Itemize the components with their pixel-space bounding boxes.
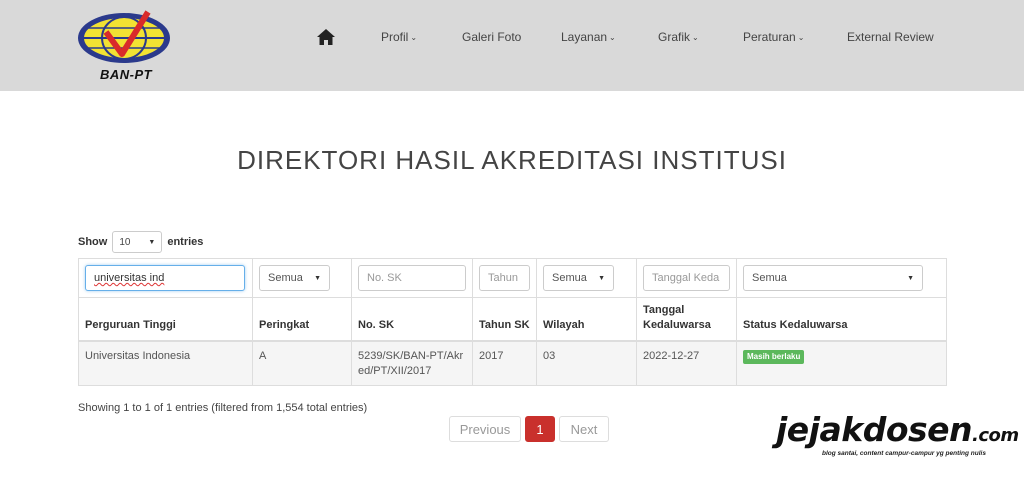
nav-item-peraturan[interactable]: Peraturan ⌄ [743,30,804,44]
previous-button[interactable]: Previous [449,416,521,442]
search-perguruan-input[interactable]: universitas ind [85,265,245,291]
column-header[interactable]: No. SK [352,298,473,340]
cell-no-sk: 5239/SK/BAN-PT/Akred/PT/XII/2017 [352,342,473,385]
filter-row: universitas ind Semua ▼ No. SK Tahun Semu… [79,259,946,298]
watermark-tagline: blog santai, content campur-campur yg pe… [822,450,986,457]
tanggal-input[interactable]: Tanggal Keda [643,265,730,291]
cell-perguruan-tinggi: Universitas Indonesia [79,342,253,385]
page-title: DIREKTORI HASIL AKREDITASI INSTITUSI [237,145,787,175]
nav-item-galeri-foto[interactable]: Galeri Foto [462,30,521,44]
pagination: Previous 1 Next [449,416,609,442]
caret-down-icon: ▼ [598,274,605,282]
peringkat-select[interactable]: Semua ▼ [259,265,330,291]
next-button[interactable]: Next [559,416,609,442]
column-header[interactable]: Wilayah [537,298,637,340]
column-header[interactable]: Tahun SK [473,298,537,340]
cell-peringkat: A [253,342,352,385]
status-select[interactable]: Semua ▼ [743,265,923,291]
entries-label: entries [167,236,204,248]
home-icon[interactable] [316,28,336,46]
cell-tahun-sk: 2017 [473,342,537,385]
cell-tanggal: 2022-12-27 [637,342,737,385]
length-select[interactable]: 10 ▼ [112,231,163,253]
watermark: jejakdosen.com blog santai, content camp… [776,410,1019,462]
page-1-button[interactable]: 1 [525,416,555,442]
table-row: Universitas Indonesia A 5239/SK/BAN-PT/A… [79,342,946,385]
top-header: BAN-PT Profil ⌄ Galeri Foto Layanan ⌄ Graf… [0,0,1024,91]
column-header[interactable]: Perguruan Tinggi [79,298,253,340]
show-label: Show [78,236,108,248]
tahun-input[interactable]: Tahun [479,265,530,291]
nav-item-layanan[interactable]: Layanan ⌄ [561,30,616,44]
caret-down-icon: ▼ [314,274,321,282]
nav-item-profil[interactable]: Profil ⌄ [381,30,417,44]
cell-wilayah: 03 [537,342,637,385]
wilayah-select[interactable]: Semua ▼ [543,265,614,291]
column-header[interactable]: Peringkat [253,298,352,340]
length-control: Show 10 ▼ entries [78,231,203,253]
caret-down-icon: ▼ [907,274,914,282]
caret-down-icon: ▼ [148,238,156,246]
table-info: Showing 1 to 1 of 1 entries (filtered fr… [78,402,368,414]
nav-item-external-review[interactable]: External Review [847,30,934,44]
watermark-logo: jejakdosen.com [776,410,1019,449]
table-header: Perguruan Tinggi Peringkat No. SK Tahun … [79,298,946,342]
main-nav: Profil ⌄ Galeri Foto Layanan ⌄ Grafik ⌄ Per… [0,0,1024,91]
column-header[interactable]: Tanggal Kedaluwarsa [637,298,737,340]
nav-item-grafik[interactable]: Grafik ⌄ [658,30,699,44]
no-sk-input[interactable]: No. SK [358,265,466,291]
column-header[interactable]: Status Kedaluwarsa [737,298,946,340]
results-table: universitas ind Semua ▼ No. SK Tahun Semu… [78,258,947,386]
status-badge: Masih berlaku [743,350,805,364]
